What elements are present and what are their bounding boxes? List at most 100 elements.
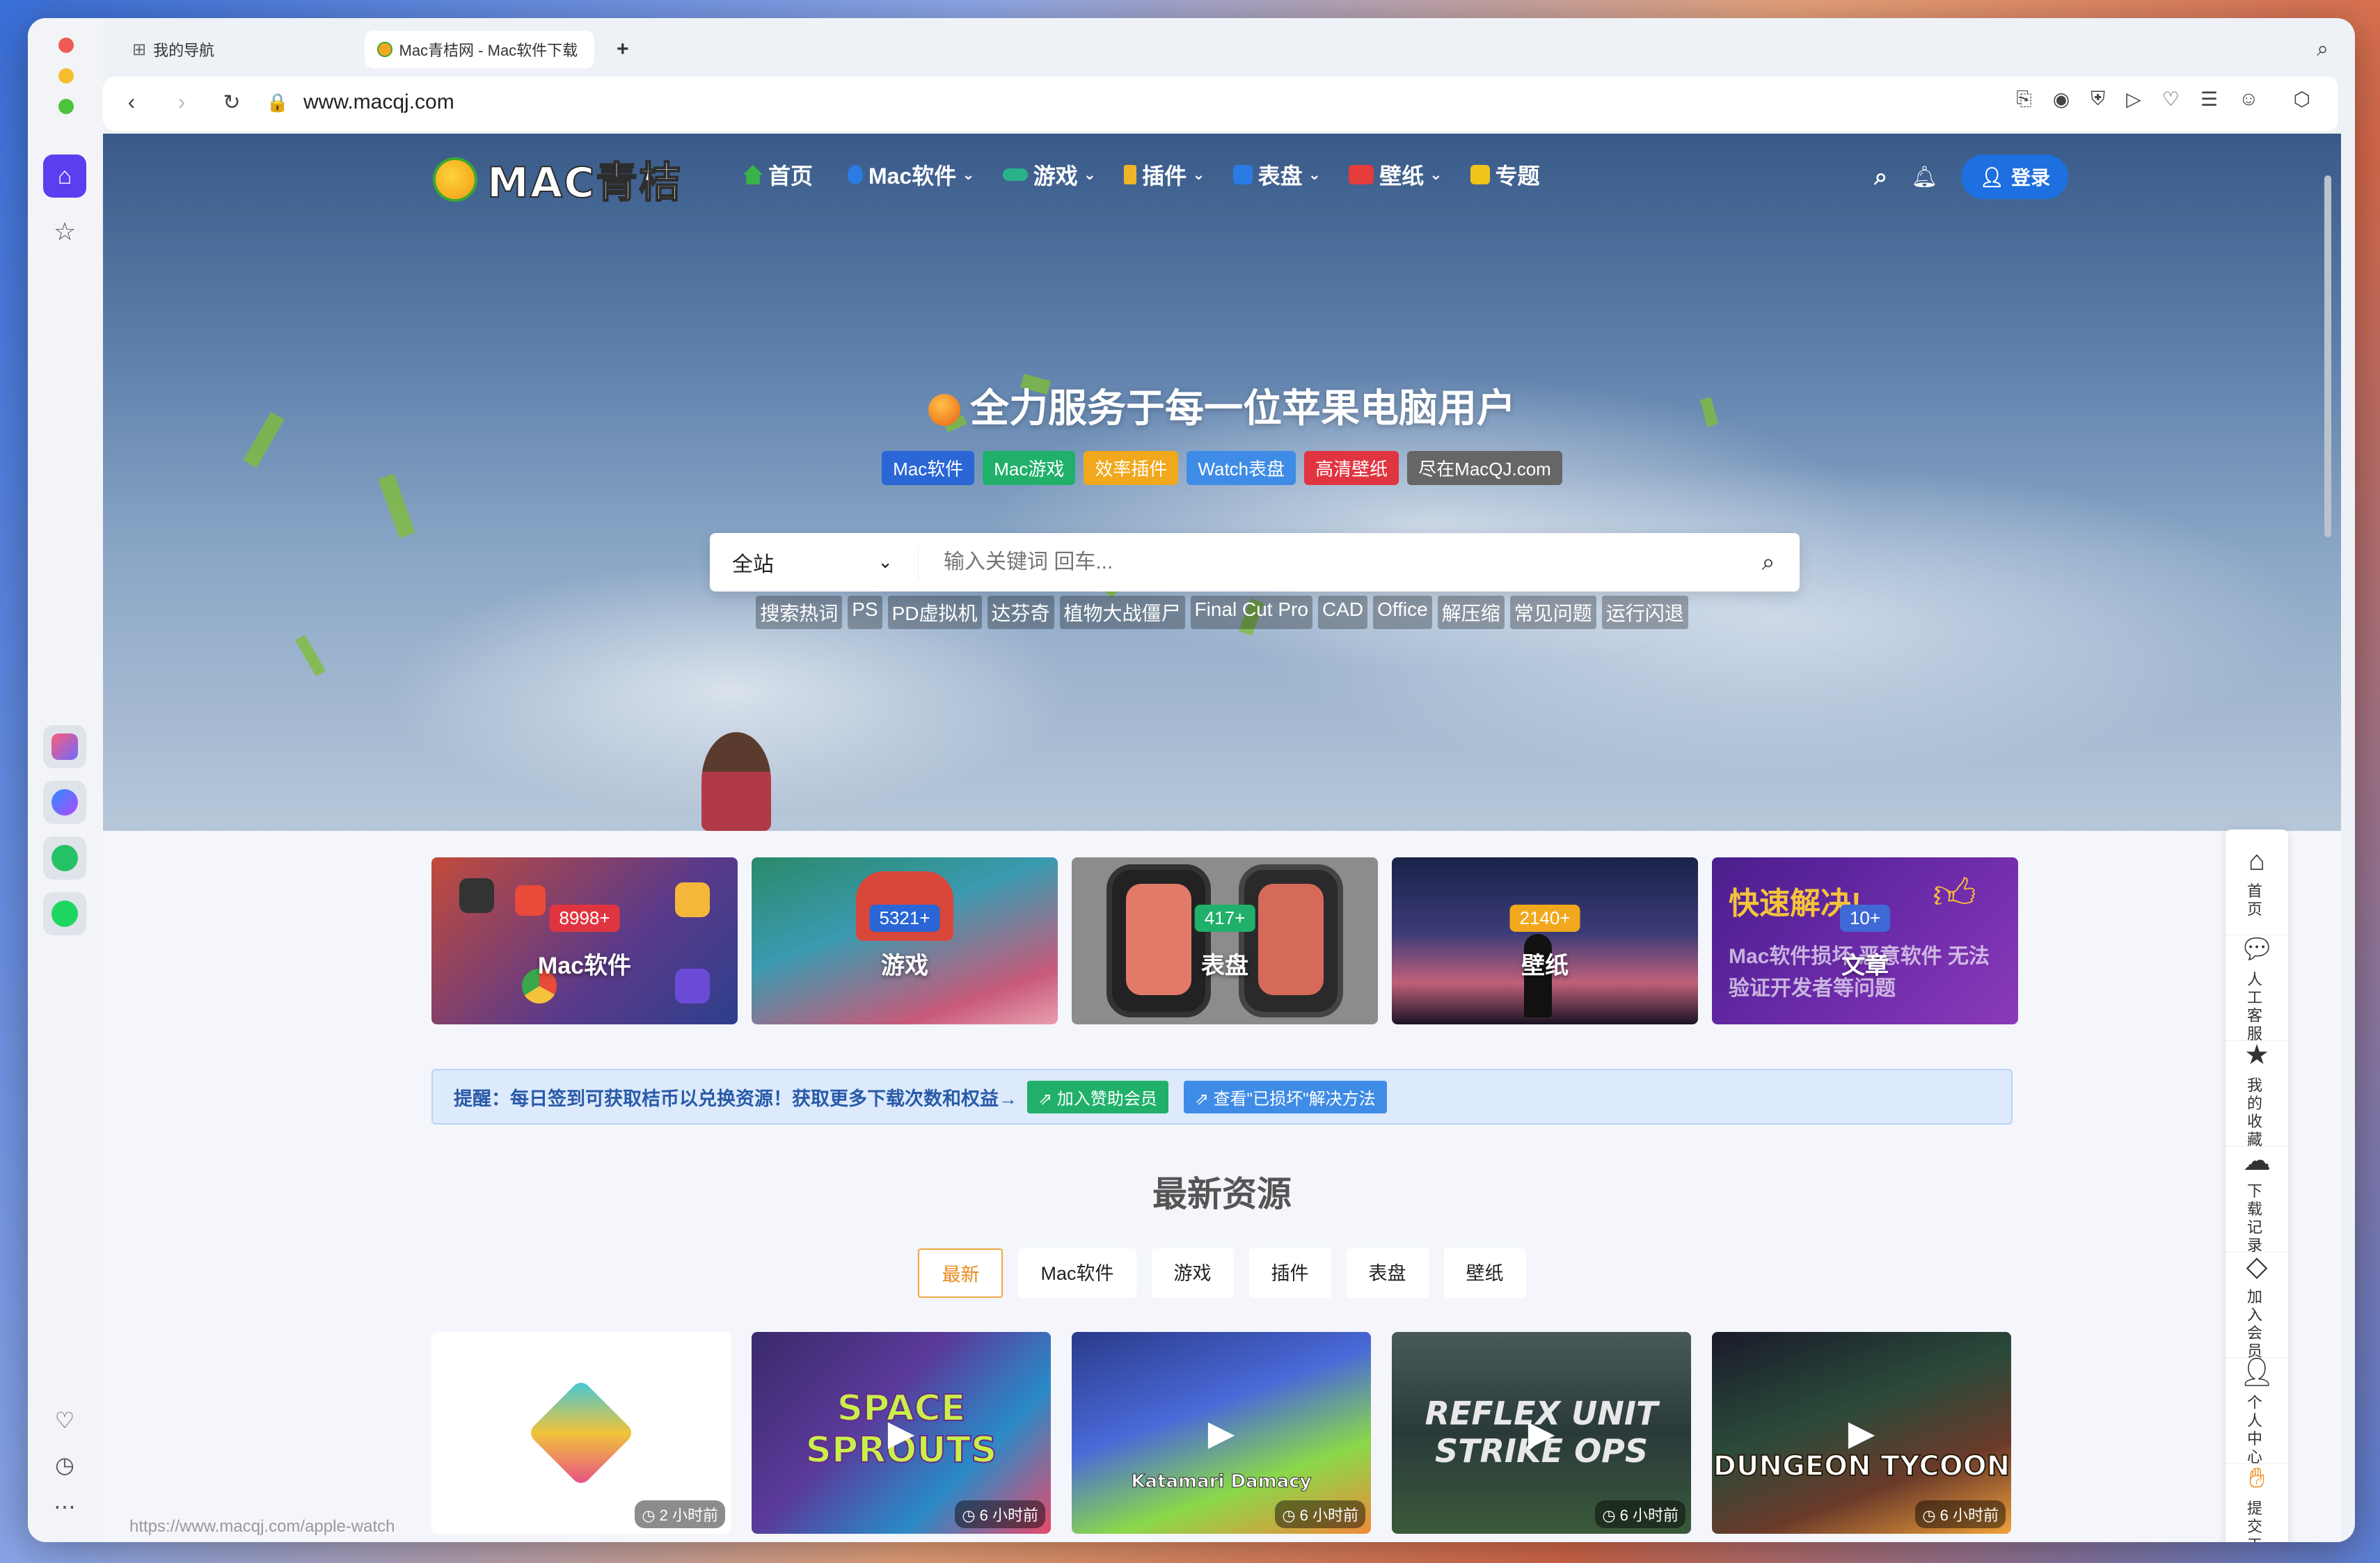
shield-icon[interactable]: ⛨ (2091, 88, 2105, 111)
tag-wallpapers[interactable]: 高清壁纸 (1304, 451, 1399, 485)
tab-macqj[interactable]: Mac青桔网 - Mac软件下载 (365, 31, 594, 68)
login-button[interactable]: 👤︎ 登录 (1961, 154, 2068, 199)
nav-topics[interactable]: 专题 (1470, 159, 1540, 191)
float-downloads[interactable]: ☁ 下载记录 (2226, 1145, 2288, 1254)
nav-label: 专题 (1495, 164, 1540, 189)
address-bar: ‹ › ↻ 🔒 www.macqj.com ⎘ ◉ ⛨ ▷ ♡ ☰ ☺ ⬡ (103, 77, 2338, 131)
category-card-wallpapers[interactable]: 2140+ 壁纸 (1392, 857, 1698, 1024)
chevron-down-icon: ⌄ (1308, 166, 1322, 183)
category-card-watchfaces[interactable]: 417+ 表盘 (1072, 857, 1378, 1024)
search-icon[interactable]: ⌕ (1874, 164, 1887, 191)
join-sponsor-button[interactable]: ⇗ 加入赞助会员 (1027, 1080, 1168, 1113)
search-scope-select[interactable]: 全站 ⌄ (710, 544, 919, 580)
section-title: 最新资源 (1152, 1175, 1292, 1214)
float-label: 提交工单 (2246, 1499, 2267, 1543)
float-profile[interactable]: 👤︎ 个人中心 (2226, 1357, 2288, 1466)
filter-plugins[interactable]: 插件 (1248, 1248, 1331, 1298)
messenger-icon[interactable] (43, 781, 86, 824)
float-membership[interactable]: ◇ 加入会员 (2226, 1251, 2288, 1360)
bell-icon[interactable]: 🔔︎ (1911, 165, 1937, 189)
post-card[interactable]: ◷ 2 小时前 (431, 1332, 731, 1534)
new-tab-button[interactable]: + (604, 31, 642, 68)
hotword-link[interactable]: Office (1373, 596, 1432, 629)
back-icon[interactable]: ‹ (117, 89, 146, 115)
camera-icon[interactable]: ◉ (2053, 88, 2070, 111)
clock-icon: ◷ (1282, 1507, 1300, 1524)
float-support[interactable]: 💬︎ 人工客服 (2226, 934, 2288, 1042)
play-icon[interactable]: ▷ (2126, 88, 2141, 111)
url-field[interactable]: www.macqj.com (303, 90, 454, 114)
post-card[interactable]: Katamari Damacy ▶ ◷ 6 小时前 (1072, 1332, 1371, 1534)
reload-icon[interactable]: ↻ (217, 90, 246, 115)
damaged-fix-button[interactable]: ⇗ 查看"已损坏"解决方法 (1183, 1080, 1387, 1113)
menu-icon[interactable]: ☰ (2200, 88, 2218, 111)
filter-games[interactable]: 游戏 (1151, 1248, 1234, 1298)
post-card[interactable]: REFLEX UNIT STRIKE OPS ▶ ◷ 6 小时前 (1392, 1332, 1691, 1534)
scrollbar[interactable] (2324, 175, 2331, 537)
float-ticket[interactable]: ✋︎ 提交工单 (2226, 1463, 2288, 1543)
share-icon[interactable]: ⎘ (2016, 88, 2031, 111)
post-card[interactable]: SPACE SPROUTS ▶ ◷ 6 小时前 (752, 1332, 1051, 1534)
minimize-window-button[interactable] (58, 68, 74, 84)
filter-watchfaces[interactable]: 表盘 (1346, 1248, 1429, 1298)
tag-mac-software[interactable]: Mac软件 (882, 451, 975, 485)
nav-wallpapers[interactable]: 壁纸 ⌄ (1349, 159, 1443, 191)
hotword-link[interactable]: PS (848, 596, 882, 629)
history-icon[interactable]: ◷ (43, 1443, 86, 1486)
search-icon[interactable]: ⌕ (1737, 549, 1800, 576)
play-icon: ▶ (1528, 1413, 1555, 1452)
nav-label: 壁纸 (1379, 164, 1425, 189)
more-icon[interactable]: ⋯ (43, 1485, 86, 1528)
tag-watchfaces[interactable]: Watch表盘 (1187, 451, 1296, 485)
hotword-link[interactable]: PD虚拟机 (887, 596, 982, 629)
hotword-link[interactable]: 达芬奇 (987, 596, 1054, 629)
nav-watchfaces[interactable]: 表盘 ⌄ (1232, 159, 1322, 191)
sidebar-bookmarks-icon[interactable]: ☆ (43, 210, 86, 253)
float-label: 加入会员 (2246, 1287, 2267, 1360)
category-name: Mac软件 (537, 953, 632, 979)
search-input[interactable] (919, 550, 1737, 574)
nav-plugins[interactable]: 插件 ⌄ (1124, 159, 1205, 191)
maximize-window-button[interactable] (58, 99, 74, 114)
tab-my-nav[interactable]: ⊞ 我的导航 (120, 31, 342, 68)
whatsapp-icon[interactable] (43, 836, 86, 880)
filter-wallpapers[interactable]: 壁纸 (1443, 1248, 1526, 1298)
site-logo[interactable]: MAC青桔 (433, 149, 682, 209)
hotword-link[interactable]: Final Cut Pro (1190, 596, 1312, 629)
hotword-link[interactable]: 植物大战僵尸 (1059, 596, 1185, 629)
hotword-link[interactable]: 运行闪退 (1601, 596, 1688, 629)
profile-icon[interactable]: ☺ (2239, 88, 2259, 111)
close-window-button[interactable] (58, 38, 74, 53)
float-home[interactable]: ⌂ 首页 (2226, 830, 2288, 935)
category-card-articles[interactable]: 快速解决! 👍︎ Mac软件损坏 恶意软件 无法验证开发者等问题 10+ 文章 (1712, 857, 2018, 1024)
hotword-link[interactable]: 常见问题 (1509, 596, 1596, 629)
nav-home[interactable]: 首页 (743, 159, 813, 191)
sidebar-home-icon[interactable]: ⌂ (43, 154, 86, 198)
category-card-games[interactable]: 5321+ 游戏 (752, 857, 1058, 1024)
nav-mac-software[interactable]: Mac软件 ⌄ (848, 159, 975, 191)
filter-latest[interactable]: 最新 (918, 1248, 1003, 1298)
hotwords-label: 搜索热词 (756, 596, 843, 629)
heart-icon[interactable]: ♡ (2162, 88, 2180, 111)
search-tabs-icon[interactable]: ⌕ (2304, 31, 2341, 68)
time-text: 6 小时前 (1939, 1507, 1999, 1524)
hotword-link[interactable]: 解压缩 (1437, 596, 1505, 629)
extension-icon[interactable]: ⬡ (2294, 88, 2310, 111)
tag-mac-games[interactable]: Mac游戏 (983, 451, 1076, 485)
filter-mac-software[interactable]: Mac软件 (1018, 1248, 1136, 1298)
spotify-icon[interactable] (43, 892, 86, 935)
heart-icon[interactable]: ♡ (43, 1399, 86, 1442)
tag-plugins[interactable]: 效率插件 (1084, 451, 1179, 485)
float-label: 下载记录 (2246, 1182, 2267, 1254)
hotword-link[interactable]: CAD (1317, 596, 1368, 629)
float-label: 我的收藏 (2246, 1076, 2267, 1148)
sidebar-app-icon[interactable] (43, 725, 86, 768)
category-card-mac-software[interactable]: 8998+ Mac软件 (431, 857, 738, 1024)
category-cards: 8998+ Mac软件 5321+ 游戏 417+ 表盘 2140+ 壁纸 快速… (431, 857, 2018, 1024)
category-count: 417+ (1194, 905, 1255, 932)
tag-macqj[interactable]: 尽在MacQJ.com (1407, 451, 1562, 485)
nav-games[interactable]: 游戏 ⌄ (1002, 159, 1096, 191)
post-card[interactable]: DUNGEON TYCOON ▶ ◷ 6 小时前 (1712, 1332, 2011, 1534)
float-favorites[interactable]: ★ 我的收藏 (2226, 1040, 2288, 1148)
forward-icon[interactable]: › (167, 89, 196, 115)
